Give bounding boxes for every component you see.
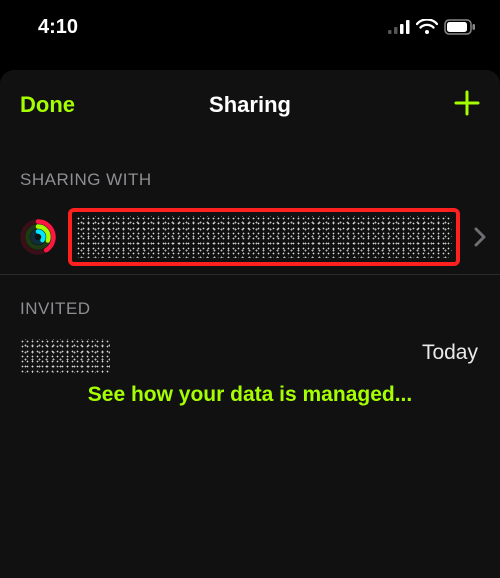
- nav-bar: Done Sharing: [0, 70, 500, 146]
- page-title: Sharing: [20, 92, 480, 118]
- cellular-icon: [388, 20, 410, 34]
- plus-icon: [454, 90, 480, 116]
- data-management-link[interactable]: See how your data is managed...: [0, 377, 500, 427]
- section-header-sharing-with: SHARING WITH: [0, 146, 500, 200]
- annotation-highlight: [68, 208, 460, 266]
- chevron-right-icon: [474, 227, 486, 247]
- status-bar: 4:10: [0, 0, 500, 54]
- wifi-icon: [416, 19, 438, 35]
- invited-date: Today: [422, 341, 478, 365]
- section-header-invited: INVITED: [0, 275, 500, 329]
- status-indicators: [388, 19, 476, 35]
- sharing-with-row[interactable]: [0, 200, 500, 275]
- battery-icon: [444, 19, 476, 35]
- done-button[interactable]: Done: [20, 92, 75, 118]
- invited-name-obscured: [20, 339, 110, 373]
- status-time: 4:10: [38, 16, 78, 39]
- contact-name-obscured: [76, 216, 452, 258]
- add-button[interactable]: [454, 88, 480, 122]
- sharing-sheet: Done Sharing SHARING WITH I: [0, 70, 500, 578]
- invited-row[interactable]: Today: [0, 329, 500, 377]
- activity-ring-icon: [20, 219, 56, 255]
